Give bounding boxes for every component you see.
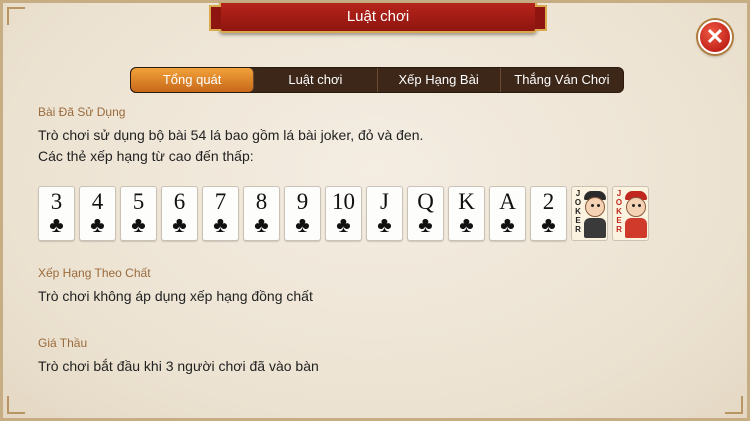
club-icon: ♣ (213, 212, 228, 237)
close-icon: ✕ (705, 24, 725, 49)
card-a-clubs: A ♣ (489, 186, 526, 241)
suit-rank-description: Trò chơi không áp dụng xếp hạng đồng chấ… (38, 288, 313, 304)
card-rank: J (380, 189, 389, 214)
card-rank: K (458, 189, 475, 214)
card-rank: 8 (255, 189, 268, 214)
jester-body-icon (584, 218, 606, 238)
dialog-title: Luật chơi (209, 3, 547, 33)
card-2-clubs: 2 ♣ (530, 186, 567, 241)
jester-face-icon (585, 197, 605, 217)
card-rank: A (499, 189, 516, 214)
card-5-clubs: 5 ♣ (120, 186, 157, 241)
rank-order-description: Các thẻ xếp hạng từ cao đến thấp: (38, 148, 254, 164)
jester-body-icon (625, 218, 647, 238)
card-3-clubs: 3 ♣ (38, 186, 75, 241)
card-j-clubs: J ♣ (366, 186, 403, 241)
card-rank: 3 (50, 189, 63, 214)
card-ranking-row: 3 ♣ 4 ♣ 5 ♣ 6 ♣ 7 ♣ 8 ♣ 9 ♣ 10 ♣ J ♣ Q ♣ K ♣ A ♣ 2 ♣ … (38, 186, 649, 241)
club-icon: ♣ (90, 212, 105, 237)
card-rank: Q (417, 189, 434, 214)
jester-face-icon (626, 197, 646, 217)
card-9-clubs: 9 ♣ (284, 186, 321, 241)
club-icon: ♣ (377, 212, 392, 237)
tab-winning[interactable]: Thắng Ván Chơi (501, 68, 623, 92)
club-icon: ♣ (459, 212, 474, 237)
jester-eye (597, 204, 600, 207)
jester-eye (632, 204, 635, 207)
club-icon: ♣ (172, 212, 187, 237)
card-rank: 10 (332, 189, 355, 214)
bid-description: Trò chơi bắt đầu khi 3 người chơi đã vào… (38, 358, 319, 374)
joker-label: JOKER (615, 189, 623, 234)
card-10-clubs: 10 ♣ (325, 186, 362, 241)
card-6-clubs: 6 ♣ (161, 186, 198, 241)
card-rank: 5 (132, 189, 145, 214)
club-icon: ♣ (254, 212, 269, 237)
suit-rank-section-label: Xếp Hạng Theo Chất (38, 266, 151, 280)
club-icon: ♣ (418, 212, 433, 237)
card-7-clubs: 7 ♣ (202, 186, 239, 241)
card-rank: 7 (214, 189, 227, 214)
deck-section-label: Bài Đã Sử Dụng (38, 105, 126, 119)
card-8-clubs: 8 ♣ (243, 186, 280, 241)
card-rank: 4 (91, 189, 104, 214)
club-icon: ♣ (131, 212, 146, 237)
corner-ornament (725, 396, 743, 414)
card-q-clubs: Q ♣ (407, 186, 444, 241)
joker-label: JOKER (574, 189, 582, 234)
red-joker-card: JOKER (612, 186, 649, 241)
club-icon: ♣ (500, 212, 515, 237)
card-k-clubs: K ♣ (448, 186, 485, 241)
jester-eye (638, 204, 641, 207)
tab-bar: Tổng quát Luật chơi Xếp Hạng Bài Thắng V… (130, 67, 624, 93)
tab-card-ranking[interactable]: Xếp Hạng Bài (378, 68, 501, 92)
deck-description: Trò chơi sử dụng bộ bài 54 lá bao gồm lá… (38, 127, 424, 143)
card-rank: 2 (542, 189, 555, 214)
club-icon: ♣ (49, 212, 64, 237)
tab-rules[interactable]: Luật chơi (254, 68, 378, 92)
card-4-clubs: 4 ♣ (79, 186, 116, 241)
corner-ornament (7, 7, 25, 25)
card-rank: 9 (296, 189, 309, 214)
club-icon: ♣ (541, 212, 556, 237)
card-rank: 6 (173, 189, 186, 214)
black-joker-card: JOKER (571, 186, 608, 241)
bid-section-label: Giá Thầu (38, 336, 88, 350)
corner-ornament (7, 396, 25, 414)
close-button[interactable]: ✕ (698, 20, 732, 54)
rules-dialog: Luật chơi ✕ Tổng quát Luật chơi Xếp Hạng… (0, 0, 750, 421)
club-icon: ♣ (336, 212, 351, 237)
club-icon: ♣ (295, 212, 310, 237)
jester-eye (591, 204, 594, 207)
tab-overview[interactable]: Tổng quát (131, 68, 255, 92)
